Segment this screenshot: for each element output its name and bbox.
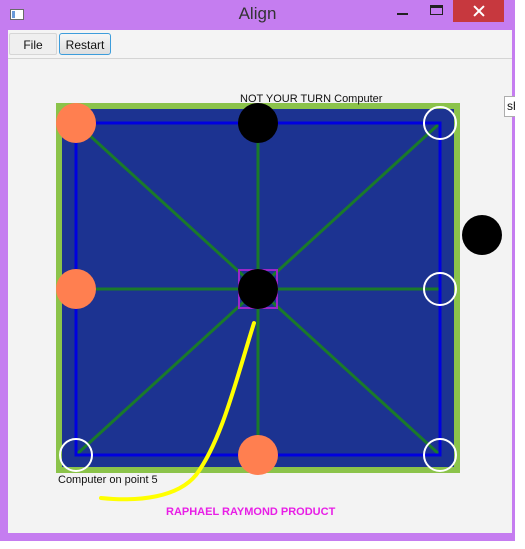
computer-piece[interactable] (238, 103, 278, 143)
player-piece[interactable] (238, 435, 278, 475)
off-board-computer-piece[interactable] (462, 215, 502, 255)
game-board (56, 103, 502, 502)
credit-text: RAPHAEL RAYMOND PRODUCT (166, 506, 336, 518)
player-piece[interactable] (56, 103, 96, 143)
turn-status-text: NOT YOUR TURN Computer (240, 93, 383, 105)
player-piece[interactable] (56, 269, 96, 309)
computer-piece[interactable] (238, 269, 278, 309)
last-move-text: Computer on point 5 (58, 474, 158, 486)
